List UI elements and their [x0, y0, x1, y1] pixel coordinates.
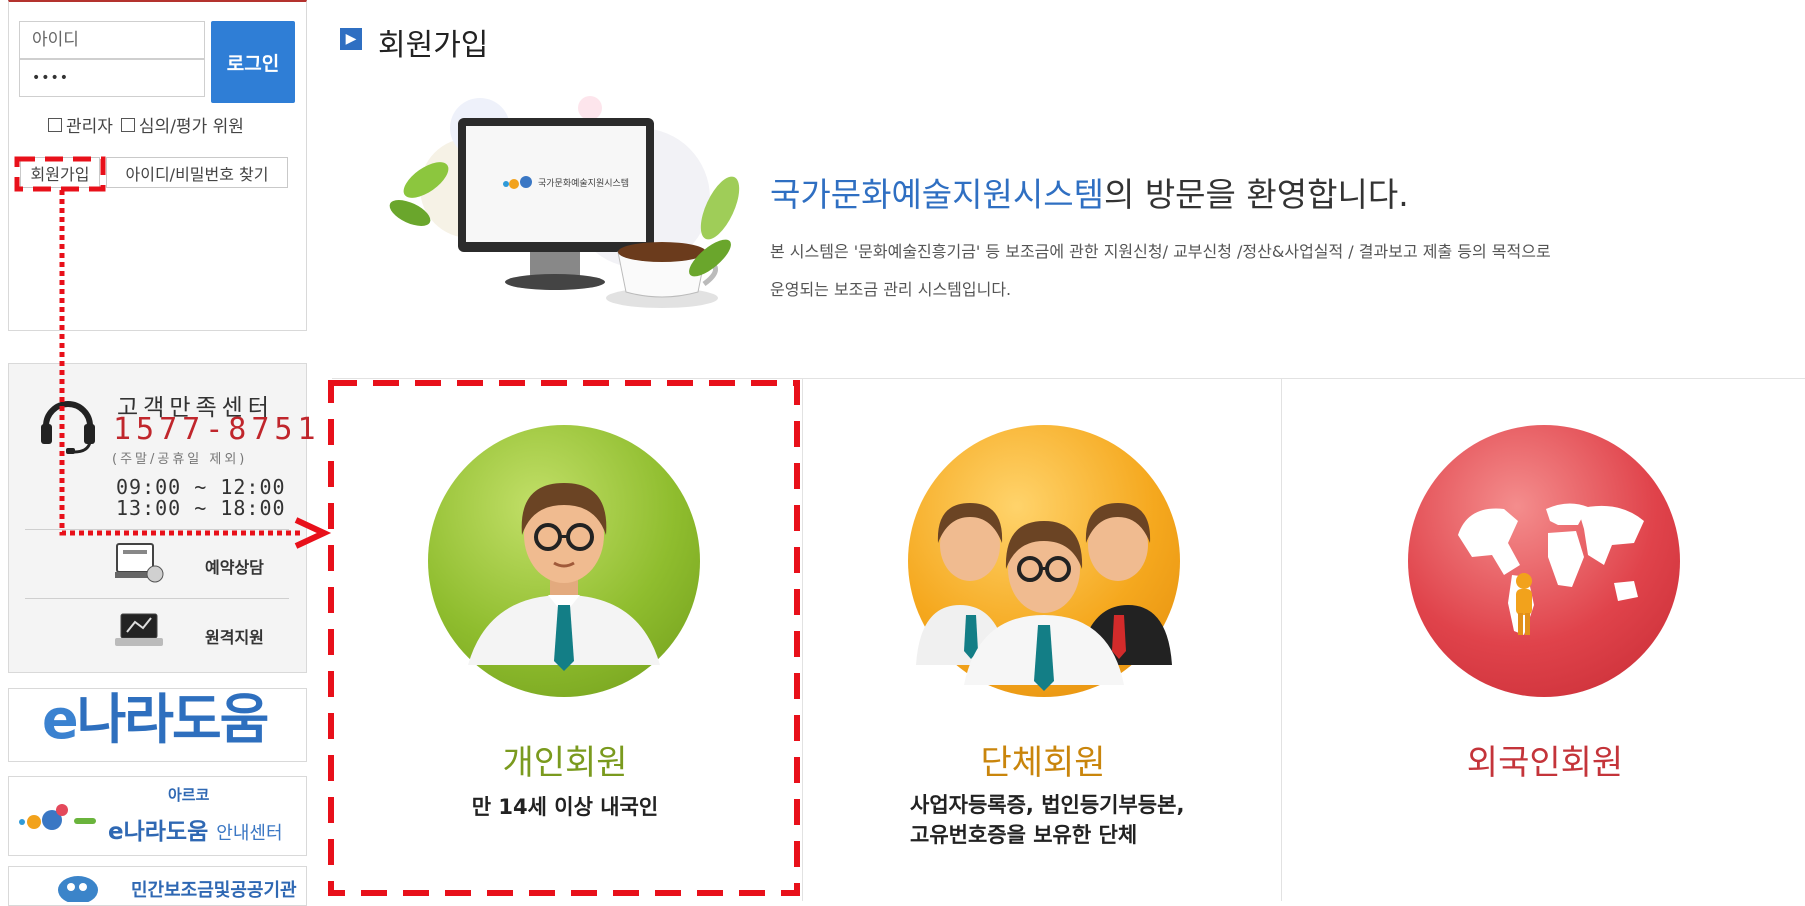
signup-highlight-box: [14, 156, 106, 192]
individual-member-highlight-box: [328, 380, 800, 896]
annotation-overlay: [14, 156, 800, 896]
guide-arrow-line: [59, 190, 300, 536]
guide-arrow-head: [294, 517, 332, 549]
